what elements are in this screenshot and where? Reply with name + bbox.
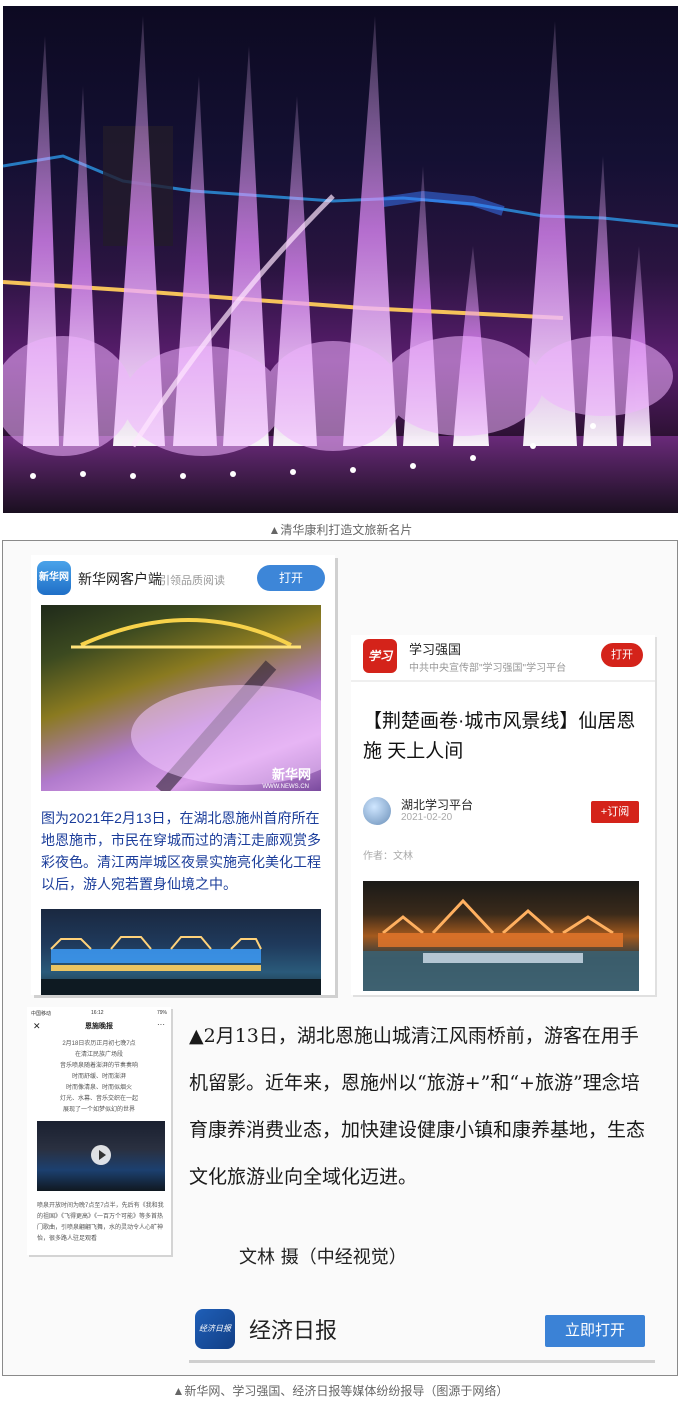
xinhua-article-text: 图为2021年2月13日，在湖北恩施州首府所在地恩施市，市民在穿城而过的清江走廊…: [41, 810, 321, 892]
xinhua-slogan: 引领品质阅读: [159, 575, 225, 587]
source-avatar: [363, 797, 391, 825]
close-icon[interactable]: ✕: [33, 1021, 41, 1032]
source-name: 湖北学习平台: [401, 798, 474, 812]
jingji-app-bar: 经济日报 经济日报 立即打开: [189, 1305, 655, 1363]
fountain-photo: [3, 6, 678, 513]
xuexi-article-title: 【荆楚画卷·城市风景线】仙居恩施 天上人间: [363, 711, 636, 762]
collage-caption: ▲新华网、学习强国、经济日报等媒体纷纷报导（图源于网络）: [172, 1384, 509, 1398]
xuexi-article-photo: [363, 881, 639, 991]
xuexi-open-button[interactable]: 打开: [601, 643, 643, 667]
xinhua-bridge-photo: 新华网 WWW.NEWS.CN: [41, 605, 321, 791]
xinhua-card: 新华网 新华网客户端 引领品质阅读 打开 新华网 WWW.NEWS.CN 图为2…: [31, 555, 335, 995]
media-collage: 新华网 新华网客户端 引领品质阅读 打开 新华网 WWW.NEWS.CN 图为2…: [2, 540, 678, 1376]
carrier-label: 中国移动: [31, 1011, 52, 1017]
building-illustration: [363, 898, 639, 991]
jingji-open-button[interactable]: 立即打开: [545, 1315, 645, 1347]
phone-poem-text: 2月18日农历正月初七晚7点 在清江民族广场段 音乐喷泉随着澎湃的节奏奏响 时而…: [59, 1041, 138, 1113]
jingji-article-text: ▲2月13日，湖北恩施山城清江风雨桥前，游客在用手机留影。近年来，恩施州以“旅游…: [189, 1025, 646, 1188]
status-time: 16:12: [91, 1010, 104, 1016]
xinhua-open-button[interactable]: 打开: [257, 565, 325, 591]
subscribe-button[interactable]: +订阅: [591, 801, 639, 823]
xinhua-watermark: 新华网: [271, 767, 311, 782]
xinhua-app-name: 新华网客户端: [78, 571, 162, 587]
more-icon[interactable]: ···: [157, 1020, 165, 1029]
xinhua-watermark-url: WWW.NEWS.CN: [262, 784, 309, 790]
photo-caption: ▲清华康利打造文旅新名片: [268, 523, 413, 537]
xinhua-logo: 新华网: [37, 561, 71, 595]
xuexi-logo: 学习: [363, 639, 397, 673]
jingji-logo: 经济日报: [195, 1309, 235, 1349]
jingji-app-name: 经济日报: [249, 1318, 338, 1343]
corridor-illustration: [41, 936, 321, 995]
xuexi-subtitle: 中共中央宣传部"学习强国"学习平台: [409, 663, 567, 674]
xuexi-app-name: 学习强国: [409, 642, 462, 657]
phone-page-title: 恩施晚报: [85, 1023, 113, 1030]
phone-video[interactable]: [37, 1121, 165, 1191]
fountain-illustration: [3, 16, 678, 513]
divider: [351, 680, 655, 682]
publish-date: 2021-02-20: [401, 812, 453, 823]
photo-credit: 文林 摄（中经视觉）: [239, 1247, 407, 1268]
xinhua-night-photo: [41, 909, 321, 995]
article-author: 作者：文林: [363, 851, 413, 862]
phone-screenshot: 中国移动 16:12 79% ✕ 恩施晚报 ··· 2月18日农历正月初七晚7点…: [27, 1007, 171, 1255]
battery-level: 79%: [156, 1010, 167, 1016]
phone-footer-text: 喷泉开放时间为晚7点至7点半，先后有《我和我的祖国》《飞得更高》《一百万个可能》…: [37, 1203, 164, 1242]
status-bar: 中国移动 16:12 79%: [31, 1010, 167, 1018]
xuexi-card: 学习 学习强国 中共中央宣传部"学习强国"学习平台 打开 【荆楚画卷·城市风景线…: [351, 635, 655, 995]
play-icon[interactable]: [91, 1145, 111, 1165]
phone-navbar: ✕ 恩施晚报 ···: [31, 1020, 167, 1033]
